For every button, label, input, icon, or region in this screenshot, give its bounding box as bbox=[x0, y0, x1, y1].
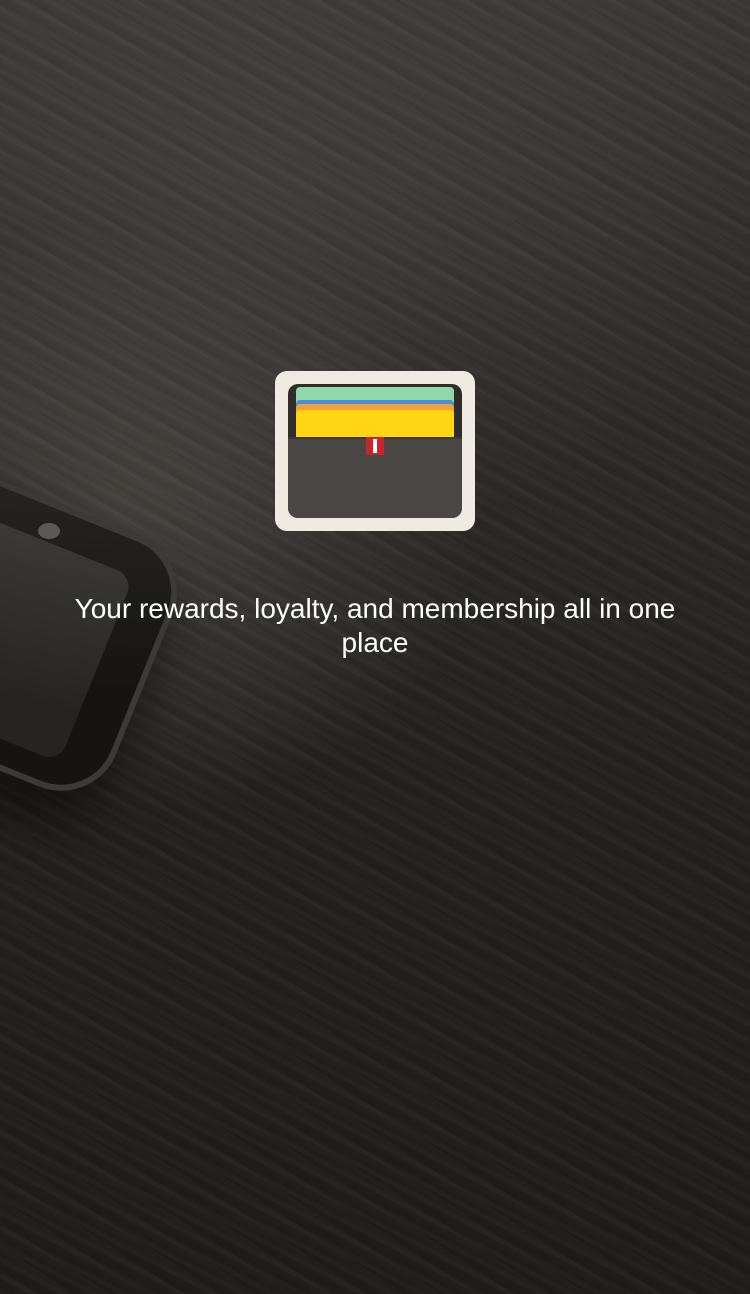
wallet-tab bbox=[366, 437, 384, 455]
splash-screen: Your rewards, loyalty, and membership al… bbox=[0, 0, 750, 1294]
wallet-body bbox=[288, 384, 462, 518]
wallet-icon bbox=[275, 371, 475, 531]
tagline-text: Your rewards, loyalty, and membership al… bbox=[74, 593, 676, 658]
background-phone-camera bbox=[38, 523, 60, 539]
